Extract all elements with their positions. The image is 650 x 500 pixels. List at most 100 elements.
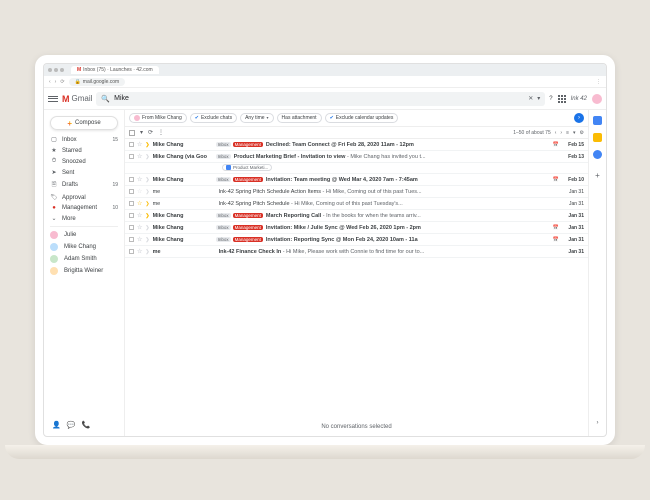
sidebar-item-drafts[interactable]: 🗎Drafts19 bbox=[44, 178, 124, 192]
attachment-chip[interactable]: Product Marketi... bbox=[222, 164, 272, 171]
email-checkbox[interactable] bbox=[129, 249, 134, 254]
star-icon[interactable]: ☆ bbox=[137, 188, 142, 195]
star-icon[interactable]: ☆ bbox=[137, 212, 142, 219]
page-prev-icon[interactable]: ‹ bbox=[555, 130, 557, 136]
search-bar[interactable]: 🔍 Mike ✕ ▾ bbox=[96, 92, 545, 106]
filter-chip[interactable]: Any time bbox=[240, 113, 273, 123]
clear-search-icon[interactable]: ✕ bbox=[528, 95, 533, 102]
label-badge: Inbox bbox=[216, 154, 231, 159]
hangouts-chat-icon[interactable]: 💬 bbox=[67, 421, 76, 429]
sidebar-item-snoozed[interactable]: ⏱Snoozed bbox=[44, 156, 124, 167]
send-icon: ➤ bbox=[50, 169, 58, 176]
importance-icon[interactable]: ❯ bbox=[145, 201, 149, 207]
star-icon[interactable]: ☆ bbox=[137, 200, 142, 207]
add-addon-icon[interactable]: + bbox=[595, 171, 600, 180]
email-checkbox[interactable] bbox=[129, 201, 134, 206]
sidebar-item-more[interactable]: ⌄More bbox=[44, 213, 124, 224]
filter-chip[interactable]: ✔Exclude chats bbox=[190, 113, 237, 123]
star-icon[interactable]: ☆ bbox=[137, 224, 142, 231]
keep-addon-icon[interactable] bbox=[593, 133, 602, 142]
browser-tab[interactable]: M Inbox (75) · Launches · 42.com bbox=[71, 66, 159, 74]
importance-icon[interactable]: ❯ bbox=[145, 249, 149, 255]
contact-item[interactable]: Brigitta Weiner bbox=[44, 265, 124, 277]
email-checkbox[interactable] bbox=[129, 237, 134, 242]
sidebar-item-count: 19 bbox=[112, 182, 118, 188]
contact-avatar bbox=[50, 231, 58, 239]
nav-fwd-icon[interactable]: › bbox=[55, 79, 57, 85]
email-row[interactable]: ☆❯Mike ChangInboxManagementInvitation: T… bbox=[125, 174, 588, 186]
importance-icon[interactable]: ❯ bbox=[145, 142, 149, 148]
hangouts-phone-icon[interactable]: 📞 bbox=[81, 421, 90, 429]
importance-icon[interactable]: ❯ bbox=[145, 154, 149, 160]
apps-grid-icon[interactable] bbox=[558, 95, 566, 103]
email-row[interactable]: ☆❯Mike ChangInboxManagementDeclined: Tea… bbox=[125, 139, 588, 151]
hangouts-person-icon[interactable]: 👤 bbox=[52, 421, 61, 429]
email-subject: March Reporting Call - In the books for … bbox=[266, 213, 559, 219]
window-controls[interactable] bbox=[48, 68, 64, 72]
support-icon[interactable]: ? bbox=[549, 96, 552, 102]
star-icon[interactable]: ☆ bbox=[137, 236, 142, 243]
account-avatar[interactable] bbox=[592, 94, 602, 104]
importance-icon[interactable]: ❯ bbox=[145, 189, 149, 195]
star-icon[interactable]: ☆ bbox=[137, 141, 142, 148]
calendar-addon-icon[interactable] bbox=[593, 116, 602, 125]
input-tools-icon[interactable]: ▾ bbox=[573, 130, 576, 136]
page-next-icon[interactable]: › bbox=[560, 130, 562, 136]
star-icon[interactable]: ☆ bbox=[137, 176, 142, 183]
sidebar-item-management[interactable]: Management10 bbox=[44, 203, 124, 213]
email-row[interactable]: ☆❯Mike ChangInboxManagementMarch Reporti… bbox=[125, 210, 588, 222]
importance-icon[interactable]: ❯ bbox=[145, 213, 149, 219]
url-field[interactable]: 🔒 mail.google.com bbox=[69, 78, 126, 86]
star-icon[interactable]: ☆ bbox=[137, 153, 142, 160]
density-icon[interactable]: ≡ bbox=[566, 130, 569, 136]
select-all-dropdown-icon[interactable]: ▾ bbox=[140, 129, 143, 136]
search-icon[interactable]: 🔍 bbox=[101, 95, 110, 103]
email-checkbox[interactable] bbox=[129, 189, 134, 194]
contact-item[interactable]: Mike Chang bbox=[44, 241, 124, 253]
sidebar-item-label: Inbox bbox=[62, 137, 77, 143]
nav-back-icon[interactable]: ‹ bbox=[49, 79, 51, 85]
hide-panel-icon[interactable]: › bbox=[597, 420, 599, 430]
email-row[interactable]: ☆❯Mike ChangInboxManagementInvitation: M… bbox=[125, 222, 588, 234]
sidebar-item-starred[interactable]: ★Starred bbox=[44, 145, 124, 156]
search-options-icon[interactable]: ▾ bbox=[537, 95, 540, 102]
email-row[interactable]: ☆❯Mike Chang (via GooInboxProduct Market… bbox=[125, 151, 588, 163]
email-row[interactable]: ☆❯meInk-42 Finance Check In - Hi Mike, P… bbox=[125, 246, 588, 258]
filter-chip[interactable]: ✔Exclude calendar updates bbox=[325, 113, 399, 123]
sidebar-item-approval[interactable]: 🏷Approval bbox=[44, 192, 124, 203]
filter-chip[interactable]: Has attachment bbox=[277, 113, 322, 123]
star-icon[interactable]: ☆ bbox=[137, 248, 142, 255]
chips-scroll-right[interactable]: › bbox=[574, 113, 584, 123]
reload-icon[interactable]: ⟳ bbox=[60, 79, 64, 85]
contact-item[interactable]: Adam Smith bbox=[44, 253, 124, 265]
no-conversations-text: No conversations selected bbox=[125, 418, 588, 436]
chip-label: Exclude chats bbox=[201, 115, 232, 121]
compose-button[interactable]: + Compose bbox=[50, 116, 118, 130]
email-checkbox[interactable] bbox=[129, 142, 134, 147]
importance-icon[interactable]: ❯ bbox=[145, 177, 149, 183]
email-row[interactable]: ☆❯Mike ChangInboxManagementInvitation: R… bbox=[125, 234, 588, 246]
search-input[interactable]: Mike bbox=[114, 95, 524, 102]
main-menu-icon[interactable] bbox=[48, 96, 58, 102]
importance-icon[interactable]: ❯ bbox=[145, 237, 149, 243]
tasks-addon-icon[interactable] bbox=[593, 150, 602, 159]
browser-menu-icon[interactable]: ⋮ bbox=[596, 79, 601, 85]
email-checkbox[interactable] bbox=[129, 154, 134, 159]
email-checkbox[interactable] bbox=[129, 225, 134, 230]
more-actions-icon[interactable]: ⋮ bbox=[158, 129, 164, 136]
sidebar-item-inbox[interactable]: ▢Inbox15 bbox=[44, 134, 124, 145]
contact-avatar bbox=[50, 243, 58, 251]
refresh-icon[interactable]: ⟳ bbox=[148, 129, 153, 136]
select-all-checkbox[interactable] bbox=[129, 130, 135, 136]
settings-gear-icon[interactable]: ⚙ bbox=[580, 130, 584, 136]
importance-icon[interactable]: ❯ bbox=[145, 225, 149, 231]
sidebar-item-sent[interactable]: ➤Sent bbox=[44, 167, 124, 178]
contact-item[interactable]: Julie bbox=[44, 229, 124, 241]
email-row[interactable]: ☆❯meInk-42 Spring Pitch Schedule - Hi Mi… bbox=[125, 198, 588, 210]
email-checkbox[interactable] bbox=[129, 177, 134, 182]
gmail-logo[interactable]: MGmail bbox=[62, 94, 92, 104]
chip-label: Exclude calendar updates bbox=[336, 115, 394, 121]
filter-chip[interactable]: From Mike Chang bbox=[129, 113, 187, 123]
email-checkbox[interactable] bbox=[129, 213, 134, 218]
email-row[interactable]: ☆❯meInk-42 Spring Pitch Schedule Action … bbox=[125, 186, 588, 198]
